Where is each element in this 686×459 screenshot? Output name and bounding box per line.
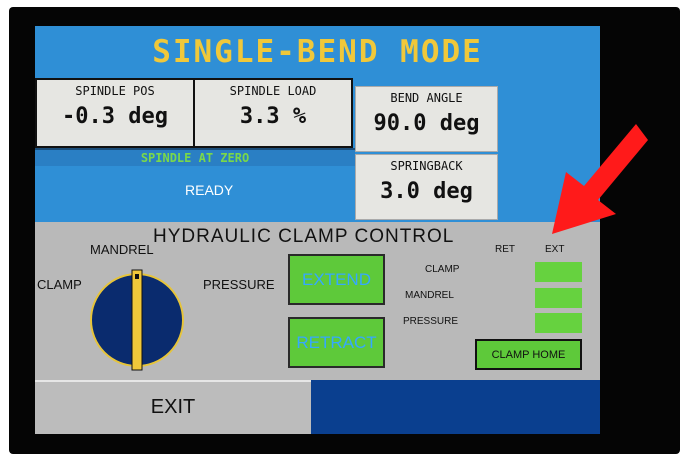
dial-label-mandrel: MANDREL <box>90 242 154 257</box>
dial-label-pressure: PRESSURE <box>203 277 275 292</box>
spindle-load-label: SPINDLE LOAD <box>229 84 317 98</box>
mandrel-ext-indicator <box>535 288 582 308</box>
indicator-row-pressure: PRESSURE <box>403 316 459 327</box>
extend-button[interactable]: EXTEND <box>288 254 385 305</box>
indicator-row-clamp: CLAMP <box>425 264 460 275</box>
indicator-row-mandrel: MANDREL <box>405 290 454 301</box>
hydraulic-clamp-panel: HYDRAULIC CLAMP CONTROL MANDREL CLAMP PR… <box>35 222 600 380</box>
ready-status: READY <box>185 182 234 198</box>
panel-title: HYDRAULIC CLAMP CONTROL <box>153 226 455 247</box>
hmi-screen: SINGLE-BEND MODE SPINDLE POS -0.3 deg SP… <box>35 26 600 434</box>
clamp-home-button[interactable]: CLAMP HOME <box>475 339 582 370</box>
spindle-load-value: 3.3 % <box>239 104 307 129</box>
spindle-pos-value: -0.3 deg <box>62 104 168 129</box>
springback-label: SPRINGBACK <box>390 159 463 173</box>
spindle-load-display: SPINDLE LOAD 3.3 % <box>193 78 353 148</box>
springback-value: 3.0 deg <box>380 179 473 204</box>
clamp-ext-indicator <box>535 262 582 282</box>
bend-angle-label: BEND ANGLE <box>390 91 463 105</box>
red-arrow-icon <box>552 124 648 234</box>
spindle-pos-label: SPINDLE POS <box>75 84 155 98</box>
pressure-ext-indicator <box>535 313 582 333</box>
bend-angle-value: 90.0 deg <box>373 111 480 136</box>
dial-label-clamp: CLAMP <box>37 277 82 292</box>
footer-blank-area <box>311 380 600 434</box>
bend-angle-input[interactable]: BEND ANGLE 90.0 deg <box>355 86 498 152</box>
retract-button[interactable]: RETRACT <box>288 317 385 368</box>
spindle-pos-display: SPINDLE POS -0.3 deg <box>35 78 195 148</box>
indicator-ext-header: EXT <box>545 244 565 255</box>
selector-dial-icon[interactable] <box>90 262 184 372</box>
indicator-ret-header: RET <box>495 244 515 255</box>
exit-button[interactable]: EXIT <box>35 380 311 434</box>
springback-input[interactable]: SPRINGBACK 3.0 deg <box>355 154 498 220</box>
spindle-status-banner: SPINDLE AT ZERO <box>35 148 355 166</box>
screen-title: SINGLE-BEND MODE <box>152 34 483 70</box>
